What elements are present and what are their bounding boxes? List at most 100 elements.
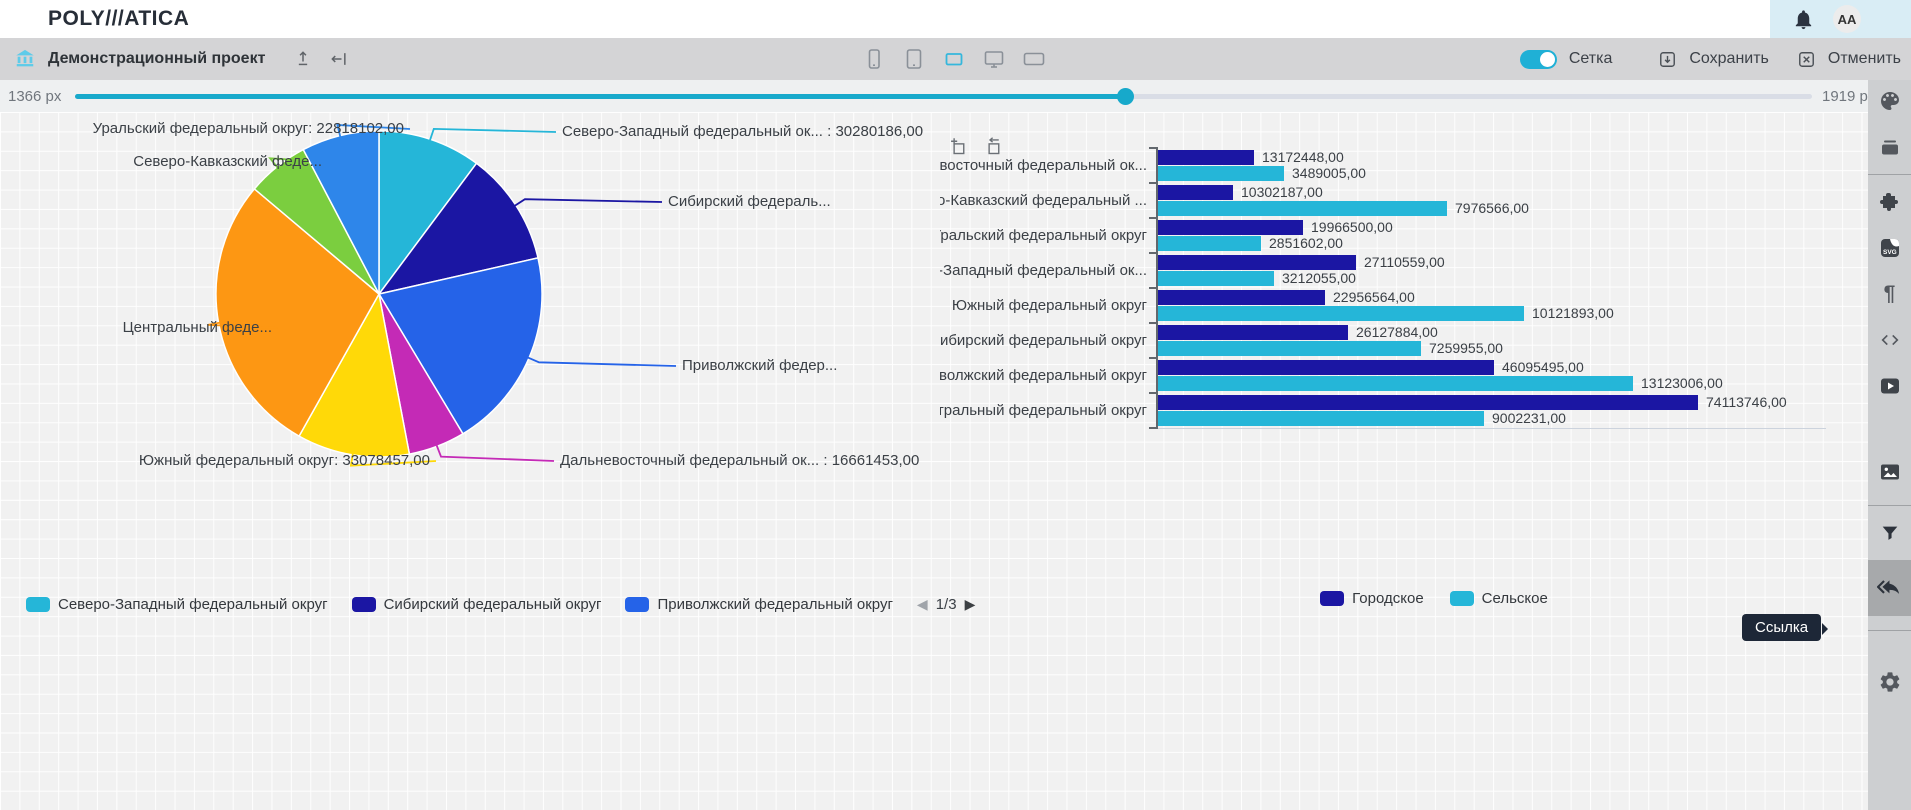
pie-callout-line (437, 445, 554, 461)
bar-value-label: 10121893,00 (1532, 305, 1614, 322)
legend-label: Городское (1352, 590, 1423, 607)
bar-value-label: 46095495,00 (1502, 359, 1584, 376)
bar-urban[interactable] (1158, 290, 1325, 305)
image-icon[interactable] (1868, 455, 1911, 489)
device-phone-icon[interactable] (862, 47, 886, 71)
device-widescreen-icon[interactable] (1022, 47, 1046, 71)
legend-label: Северо-Западный федеральный округ (58, 596, 328, 613)
puzzle-icon[interactable] (1868, 185, 1911, 219)
device-laptop-icon[interactable] (942, 47, 966, 71)
bar-category-row: Северо-Кавказский федеральный ... 1030218… (940, 183, 1856, 218)
pie-chart-widget[interactable]: Северо-Западный федеральный ок... : 3028… (0, 112, 940, 732)
bar-value-label: 26127884,00 (1356, 324, 1438, 341)
project-icon (14, 48, 36, 70)
bar-rural[interactable] (1158, 236, 1261, 251)
bar-urban[interactable] (1158, 325, 1348, 340)
pie-chart[interactable] (0, 112, 940, 582)
bar-value-label: 7976566,00 (1455, 200, 1529, 217)
sidebar-divider (1868, 174, 1911, 175)
bar-value-label: 10302187,00 (1241, 184, 1323, 201)
bar-rural[interactable] (1158, 201, 1447, 216)
pie-slice-label: Северо-Кавказский феде... (118, 153, 322, 171)
grid-toggle[interactable] (1520, 50, 1557, 69)
project-toolbar: Демонстрационный проект Сетка Со (0, 38, 1911, 80)
pie-slice-label: Уральский федеральный округ: 22818102,00 (88, 120, 404, 138)
link-tool-active[interactable] (1868, 560, 1911, 616)
pie-slice-label: Центральный феде... (86, 319, 272, 337)
legend-prev-icon[interactable]: ◀ (917, 596, 928, 613)
collapse-panel-button[interactable] (327, 47, 351, 71)
widgets-drawer-icon[interactable] (1868, 130, 1911, 164)
bar-value-label: 13172448,00 (1262, 149, 1344, 166)
legend-label: Сибирский федеральный округ (384, 596, 602, 613)
save-button[interactable]: Сохранить (1687, 48, 1771, 70)
bar-value-label: 3212055,00 (1282, 270, 1356, 287)
notifications-bell-icon[interactable] (1792, 8, 1815, 31)
save-icon[interactable] (1658, 50, 1677, 69)
filter-icon[interactable] (1868, 516, 1911, 550)
palette-icon[interactable] (1868, 84, 1911, 118)
bar-urban[interactable] (1158, 220, 1303, 235)
video-icon[interactable] (1868, 369, 1911, 403)
bar-rural[interactable] (1158, 166, 1284, 181)
pie-legend-items: Северо-Западный федеральный округ Сибирск… (26, 596, 893, 613)
bar-rural[interactable] (1158, 306, 1524, 321)
pie-callout-line (528, 358, 676, 366)
avatar[interactable]: AA (1833, 5, 1861, 33)
bar-category-label: Сибирский федеральный округ (940, 323, 1156, 358)
pie-slice-label: Южный федеральный округ: 33078457,00 (128, 452, 430, 470)
bar-value-label: 13123006,00 (1641, 375, 1723, 392)
bar-rural[interactable] (1158, 341, 1421, 356)
bar-rural[interactable] (1158, 271, 1274, 286)
pie-slice-label: Северо-Западный федеральный ок... : 3028… (562, 123, 923, 141)
bar-legend: Городское Сельское (940, 590, 1868, 607)
bar-urban[interactable] (1158, 395, 1698, 410)
paragraph-icon[interactable]: ¶ (1868, 277, 1911, 311)
bar-chart-widget[interactable]: Дальневосточный федеральный ок...1317244… (940, 112, 1868, 732)
bar-category-row: Дальневосточный федеральный ок...1317244… (940, 148, 1856, 183)
legend-swatch (26, 597, 50, 612)
legend-swatch (1320, 591, 1344, 606)
project-title: Демонстрационный проект (48, 50, 265, 68)
bar-urban[interactable] (1158, 150, 1254, 165)
pie-callout-line (515, 199, 662, 206)
legend-swatch (1450, 591, 1474, 606)
pie-slice-label: Сибирский федераль... (668, 193, 831, 211)
grid-toggle-label: Сетка (1569, 50, 1613, 68)
width-slider[interactable] (75, 94, 1812, 99)
bar-category-label: Южный федеральный округ (940, 288, 1156, 323)
bar-rural[interactable] (1158, 411, 1484, 426)
export-button[interactable] (291, 47, 315, 71)
bar-legend-item[interactable]: Сельское (1450, 590, 1548, 607)
cancel-button[interactable]: Отменить (1826, 48, 1903, 70)
bar-urban[interactable] (1158, 255, 1356, 270)
width-slider-fill (75, 94, 1125, 99)
legend-swatch (625, 597, 649, 612)
pie-legend-item[interactable]: Приволжский федеральный округ (625, 596, 892, 613)
bar-category-label: Северо-Западный федеральный ок... (940, 253, 1156, 288)
bar-urban[interactable] (1158, 360, 1494, 375)
device-desktop-icon[interactable] (982, 47, 1006, 71)
bar-urban[interactable] (1158, 185, 1233, 200)
pie-slice-label: Приволжский федер... (682, 357, 837, 375)
svg-text:SVG: SVG (1883, 249, 1897, 256)
code-icon[interactable] (1868, 323, 1911, 357)
legend-label: Сельское (1482, 590, 1548, 607)
bar-legend-item[interactable]: Городское (1320, 590, 1423, 607)
app-header: POLY///ATICA AA (0, 0, 1911, 38)
bar-category-label: Северо-Кавказский федеральный ... (940, 183, 1156, 218)
bar-value-label: 22956564,00 (1333, 289, 1415, 306)
bar-value-label: 7259955,00 (1429, 340, 1503, 357)
bar-category-label: Приволжский федеральный округ (940, 358, 1156, 393)
cancel-icon[interactable] (1797, 50, 1816, 69)
pie-legend-item[interactable]: Сибирский федеральный округ (352, 596, 602, 613)
settings-gear-icon[interactable] (1868, 665, 1911, 699)
bar-category-row: Сибирский федеральный округ 26127884,0072… (940, 323, 1856, 358)
sidebar-divider (1868, 630, 1911, 631)
width-slider-thumb[interactable] (1117, 88, 1134, 105)
bar-value-label: 19966500,00 (1311, 219, 1393, 236)
bar-rural[interactable] (1158, 376, 1633, 391)
svg-image-icon[interactable]: SVG (1868, 231, 1911, 265)
device-tablet-icon[interactable] (902, 47, 926, 71)
pie-legend-item[interactable]: Северо-Западный федеральный округ (26, 596, 328, 613)
